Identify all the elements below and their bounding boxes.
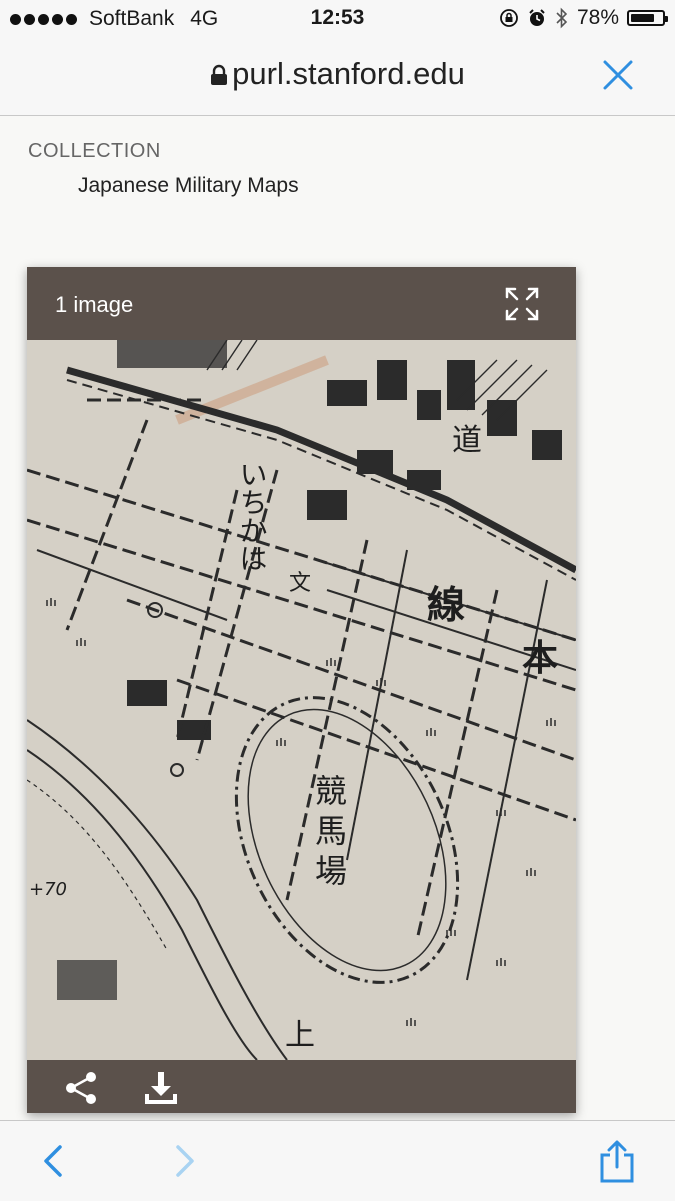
fullscreen-icon[interactable] [504,286,540,322]
collection-name[interactable]: Japanese Military Maps [78,174,299,198]
back-arrow-icon[interactable] [40,1143,70,1179]
close-icon[interactable] [601,58,635,92]
viewer-footer [27,1060,576,1113]
map-label-elevation: +70 [29,879,67,900]
collection-label: COLLECTION [28,140,161,162]
bluetooth-icon [556,7,568,29]
share-sheet-icon[interactable] [597,1139,637,1183]
map-image[interactable]: いちかは 線 本 競 馬 場 文 道 上 +70 [27,340,576,1060]
map-label-jo: 場 [315,852,347,890]
map-label-michi: 道 [452,423,482,458]
status-bar: SoftBank 4G 12:53 78% [0,0,675,38]
image-count: 1 image [55,292,134,317]
forward-arrow-icon[interactable] [168,1143,198,1179]
download-icon[interactable] [143,1070,179,1106]
orientation-lock-icon [500,9,518,27]
map-drawing: いちかは 線 本 競 馬 場 文 道 上 +70 [27,340,576,1060]
image-viewer: 1 image いちかは 線 本 競 馬 場 文 道 上 +70 [27,267,576,1113]
map-label-ue: 上 [285,1018,315,1053]
map-label-ba: 馬 [315,812,347,850]
map-label-kei: 競 [315,772,347,810]
alarm-icon [529,9,545,26]
address-bar: purl.stanford.edu [0,38,675,116]
lock-icon [211,64,228,85]
map-label-sen: 線 [427,583,465,627]
map-label-bun: 文 [289,571,311,596]
share-icon[interactable] [63,1071,99,1105]
page-content: COLLECTION Japanese Military Maps 1 imag… [0,116,675,1120]
battery-percent: 78% [576,6,619,29]
map-label-ichikawa: いちかは [236,460,269,572]
browser-toolbar [0,1120,675,1201]
map-label-hon: 本 [522,638,558,679]
viewer-header: 1 image [27,267,576,340]
url-field[interactable]: purl.stanford.edu [0,56,675,92]
url-text: purl.stanford.edu [232,56,465,91]
status-right: 78% [499,6,668,30]
battery-icon [627,10,668,26]
